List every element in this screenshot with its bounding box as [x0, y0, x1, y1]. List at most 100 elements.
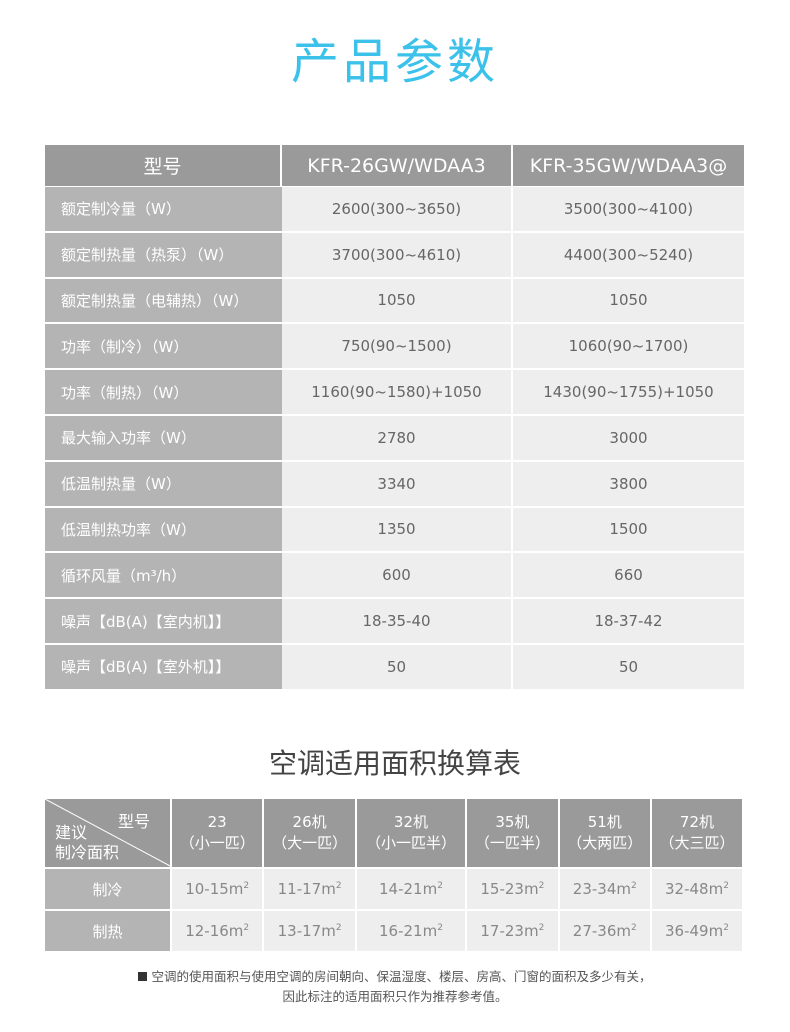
bullet-square-icon [138, 972, 148, 981]
area-header-model: 32机 （小一匹半） [356, 799, 468, 867]
area-header-horsepower: （小一匹半） [365, 834, 456, 852]
area-header-model: 23 （小一匹） [172, 799, 265, 867]
spec-row-label: 低温制热功率（W） [45, 507, 282, 554]
area-row: 制冷 10-15m2 11-17m2 14-21m2 15-23m2 23-34m2 32-… [45, 867, 742, 909]
area-value-cell: 15-23m2 [467, 867, 560, 909]
spec-row-label: 额定制冷量（W） [45, 187, 282, 233]
area-header-model: 72机 （大三匹） [651, 799, 742, 867]
area-unit-superscript: 2 [437, 881, 443, 891]
area-value: 17-23m [480, 922, 539, 940]
spec-header-model-b: KFR-35GW/WDAA3@ [513, 145, 744, 187]
spec-row: 最大输入功率（W） 2780 3000 [45, 415, 744, 462]
spec-value-model-b: 3500(300~4100) [513, 187, 744, 233]
spec-row: 噪声【dB(A)【室内机】】 18-35-40 18-37-42 [45, 599, 744, 645]
area-unit-superscript: 2 [538, 923, 545, 933]
spec-table: 型号 KFR-26GW/WDAA3 KFR-35GW/WDAA3@ 额定制冷量（… [45, 145, 744, 691]
area-value-cell: 27-36m2 [559, 909, 652, 951]
area-row-label: 制冷 [45, 867, 172, 909]
spec-header-model: 型号 [45, 145, 282, 187]
spec-row: 噪声【dB(A)【室外机】】 50 50 [45, 644, 744, 691]
area-value-cell: 17-23m2 [467, 909, 560, 951]
spec-row-label: 最大输入功率（W） [45, 415, 282, 462]
spec-row: 循环风量（m³/h） 600 660 [45, 553, 744, 600]
area-unit-superscript: 2 [335, 881, 342, 891]
area-value: 36-49m [665, 922, 724, 940]
area-value-cell: 14-21m2 [356, 867, 468, 909]
area-unit-superscript: 2 [243, 881, 250, 891]
spec-row: 额定制冷量（W） 2600(300~3650) 3500(300~4100) [45, 187, 744, 233]
area-header-model: 26机 （大一匹） [264, 799, 357, 867]
area-value: 23-34m [572, 880, 631, 898]
area-header-model: 35机 （一匹半） [467, 799, 560, 867]
area-value: 27-36m [572, 922, 631, 940]
area-value-cell: 11-17m2 [264, 867, 357, 909]
area-value: 16-21m [379, 922, 438, 940]
area-unit-superscript: 2 [630, 923, 637, 933]
area-unit-superscript: 2 [243, 923, 250, 933]
area-header-horsepower: （大三匹） [659, 834, 735, 852]
corner-area-line2: 制冷面积 [55, 843, 120, 862]
spec-row-label: 功率（制热）（W） [45, 370, 282, 416]
area-unit-superscript: 2 [538, 881, 545, 891]
spec-value-model-a: 2780 [282, 415, 513, 462]
area-value-cell: 23-34m2 [559, 867, 652, 909]
area-unit-superscript: 2 [723, 923, 729, 933]
area-header-model: 51机 （大两匹） [559, 799, 652, 867]
area-header-horsepower: （一匹半） [474, 834, 550, 852]
spec-row: 低温制热量（W） 3340 3800 [45, 461, 744, 508]
area-header-model-number: 72机 [679, 813, 715, 831]
spec-value-model-a: 50 [282, 644, 513, 691]
spec-row: 额定制热量（电辅热）（W） 1050 1050 [45, 278, 744, 325]
spec-value-model-b: 1050 [513, 278, 744, 325]
area-value-cell: 16-21m2 [356, 909, 468, 951]
spec-value-model-b: 3000 [513, 415, 744, 462]
area-header-model-number: 51机 [587, 813, 622, 831]
spec-row-label: 额定制热量（电辅热）（W） [45, 278, 282, 325]
page-title: 产品参数 [290, 34, 499, 90]
spec-header-model-a: KFR-26GW/WDAA3 [282, 145, 513, 187]
spec-row: 低温制热功率（W） 1350 1500 [45, 507, 744, 554]
area-unit-superscript: 2 [723, 881, 729, 891]
area-row-label: 制热 [45, 909, 172, 951]
spec-value-model-a: 2600(300~3650) [282, 187, 513, 233]
spec-row-label: 噪声【dB(A)【室内机】】 [45, 599, 282, 645]
spec-row: 功率（制冷）（W） 750(90~1500) 1060(90~1700) [45, 324, 744, 371]
spec-value-model-b: 3800 [513, 461, 744, 508]
spec-value-model-a: 750(90~1500) [282, 324, 513, 371]
area-value-cell: 32-48m2 [651, 867, 742, 909]
area-value-cell: 36-49m2 [651, 909, 742, 951]
spec-row-label: 噪声【dB(A)【室外机】】 [45, 644, 282, 691]
footnote-line1: 空调的使用面积与使用空调的房间朝向、保温湿度、楼层、房高、门窗的面积及多少有关， [151, 969, 652, 984]
spec-value-model-b: 1500 [513, 507, 744, 554]
corner-model-label: 型号 [117, 812, 150, 831]
area-value: 32-48m [665, 880, 724, 898]
area-unit-superscript: 2 [437, 923, 443, 933]
spec-value-model-a: 3340 [282, 461, 513, 508]
area-header-horsepower: （大一匹） [272, 834, 348, 852]
spec-row: 额定制热量（热泵）（W） 3700(300~4610) 4400(300~5240) [45, 232, 744, 279]
spec-value-model-a: 1050 [282, 278, 513, 325]
area-table: 型号 建议 制冷面积 23 （小一匹） 26机 （大一匹） 32机 （小一匹半） 35机 （一… [45, 799, 742, 951]
corner-area-label: 建议 制冷面积 [55, 823, 119, 863]
area-header-horsepower: （小一匹） [179, 834, 255, 852]
spec-value-model-a: 1350 [282, 507, 513, 554]
area-value-cell: 12-16m2 [172, 909, 265, 951]
area-header-model-number: 26机 [292, 813, 327, 831]
spec-value-model-a: 600 [282, 553, 513, 600]
area-value: 13-17m [277, 922, 336, 940]
area-value-cell: 10-15m2 [172, 867, 265, 909]
spec-value-model-b: 1060(90~1700) [513, 324, 744, 371]
area-value-cell: 13-17m2 [264, 909, 357, 951]
spec-row-label: 低温制热量（W） [45, 461, 282, 508]
area-value: 14-21m [379, 880, 438, 898]
spec-value-model-a: 1160(90~1580)+1050 [282, 370, 513, 416]
area-value: 10-15m [185, 880, 244, 898]
spec-row-label: 功率（制冷）（W） [45, 324, 282, 371]
spec-value-model-b: 660 [513, 553, 744, 600]
footnote: 空调的使用面积与使用空调的房间朝向、保温湿度、楼层、房高、门窗的面积及多少有关，… [0, 967, 790, 1007]
spec-value-model-b: 50 [513, 644, 744, 691]
spec-value-model-b: 1430(90~1755)+1050 [513, 370, 744, 416]
spec-row-label: 额定制热量（热泵）（W） [45, 232, 282, 279]
footnote-line2: 因此标注的适用面积只作为推荐参考值。 [282, 989, 508, 1004]
area-header-horsepower: （大两匹） [567, 834, 643, 852]
